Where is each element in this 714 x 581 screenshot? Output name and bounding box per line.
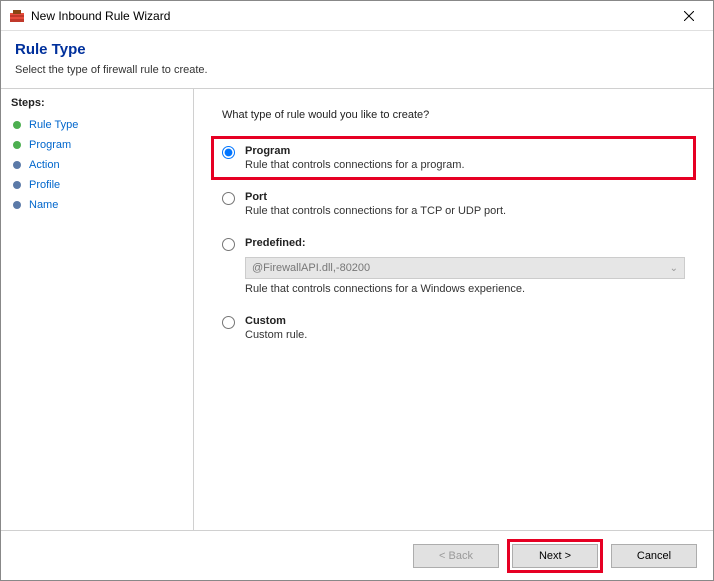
steps-sidebar: Steps: Rule Type Program Action Profile … (1, 89, 194, 530)
page-title: Rule Type (15, 41, 699, 58)
option-predefined-title: Predefined: (245, 237, 685, 249)
step-profile[interactable]: Profile (11, 175, 183, 195)
titlebar: New Inbound Rule Wizard (1, 1, 713, 31)
bullet-icon (13, 201, 21, 209)
radio-port[interactable] (222, 192, 235, 205)
content: Steps: Rule Type Program Action Profile … (1, 89, 713, 530)
close-button[interactable] (669, 2, 709, 30)
option-custom-desc: Custom rule. (245, 329, 685, 341)
highlight-next-button: Next > (507, 539, 603, 573)
page-subtitle: Select the type of firewall rule to crea… (15, 64, 699, 76)
step-name[interactable]: Name (11, 195, 183, 215)
steps-heading: Steps: (11, 97, 183, 109)
radio-predefined[interactable] (222, 238, 235, 251)
bullet-icon (13, 181, 21, 189)
step-label: Program (29, 139, 71, 151)
back-button[interactable]: < Back (413, 544, 499, 568)
step-label: Profile (29, 179, 60, 191)
step-label: Name (29, 199, 58, 211)
option-port-title: Port (245, 191, 685, 203)
option-port-desc: Rule that controls connections for a TCP… (245, 205, 685, 217)
step-label: Action (29, 159, 60, 171)
step-action[interactable]: Action (11, 155, 183, 175)
footer: < Back Next > Cancel (1, 530, 713, 580)
option-custom-title: Custom (245, 315, 685, 327)
predefined-dropdown[interactable]: @FirewallAPI.dll,-80200 ⌄ (245, 257, 685, 279)
bullet-icon (13, 141, 21, 149)
bullet-icon (13, 121, 21, 129)
option-program[interactable]: Program Rule that controls connections f… (222, 145, 685, 171)
dropdown-value: @FirewallAPI.dll,-80200 (252, 262, 370, 274)
step-program[interactable]: Program (11, 135, 183, 155)
bullet-icon (13, 161, 21, 169)
radio-custom[interactable] (222, 316, 235, 329)
option-custom[interactable]: Custom Custom rule. (222, 315, 685, 341)
header: Rule Type Select the type of firewall ru… (1, 31, 713, 88)
option-predefined[interactable]: Predefined: (222, 237, 685, 251)
main-panel: What type of rule would you like to crea… (194, 89, 713, 530)
step-label: Rule Type (29, 119, 78, 131)
radio-program[interactable] (222, 146, 235, 159)
option-port[interactable]: Port Rule that controls connections for … (222, 191, 685, 217)
question-text: What type of rule would you like to crea… (222, 109, 685, 121)
option-program-desc: Rule that controls connections for a pro… (245, 159, 685, 171)
window-title: New Inbound Rule Wizard (31, 9, 669, 23)
next-button[interactable]: Next > (512, 544, 598, 568)
step-rule-type[interactable]: Rule Type (11, 115, 183, 135)
option-predefined-desc: Rule that controls connections for a Win… (245, 283, 685, 295)
highlight-program-option: Program Rule that controls connections f… (211, 136, 696, 180)
option-program-title: Program (245, 145, 685, 157)
cancel-button[interactable]: Cancel (611, 544, 697, 568)
chevron-down-icon: ⌄ (670, 263, 678, 274)
wizard-window: New Inbound Rule Wizard Rule Type Select… (0, 0, 714, 581)
firewall-icon (9, 8, 25, 24)
